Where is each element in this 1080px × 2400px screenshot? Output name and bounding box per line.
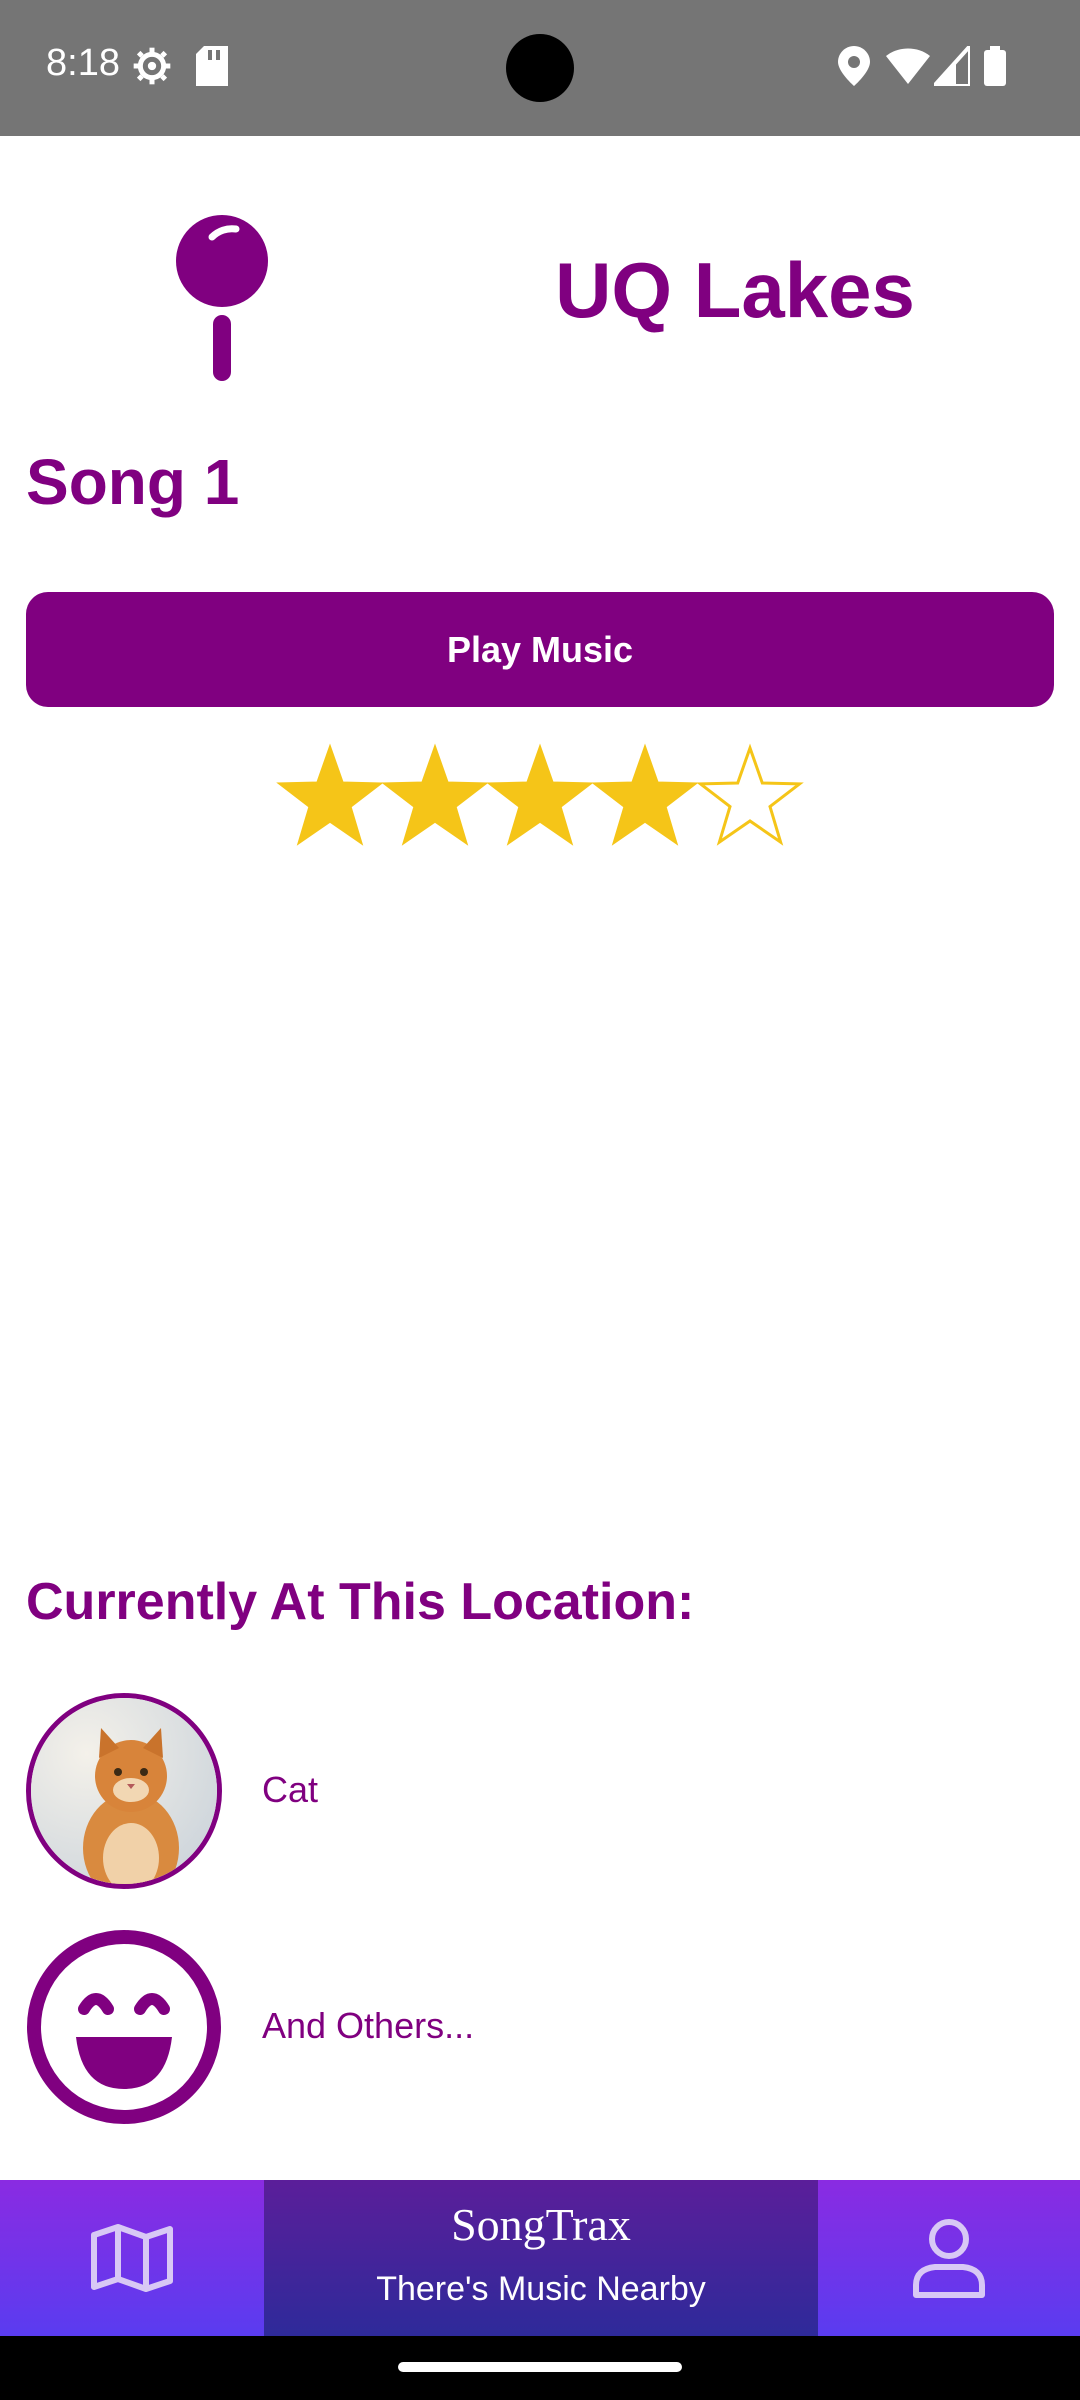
user-name: Cat [262,1769,319,1810]
user-name: And Others... [262,2005,475,2046]
status-time: 8:18 [46,42,120,84]
star-filled-icon[interactable] [381,743,489,846]
bottom-nav: SongTrax There's Music Nearby [0,2180,1080,2336]
signal-icon [934,46,970,86]
list-item[interactable]: Cat [26,1693,1054,1889]
settings-icon [133,47,171,85]
cat-photo [31,1698,217,1884]
play-music-button[interactable]: Play Music [26,592,1054,707]
star-filled-icon[interactable] [486,743,594,846]
brand-tagline: There's Music Nearby [376,2270,706,2308]
map-icon [91,2224,173,2292]
wifi-icon [886,48,930,84]
cat-avatar [26,1693,222,1889]
home-gesture-bar[interactable] [398,2362,682,2372]
section-heading: Currently At This Location: [26,1573,695,1631]
nav-brand[interactable]: SongTrax There's Music Nearby [264,2180,818,2336]
list-item[interactable]: And Others... [26,1929,1054,2125]
location-title: UQ Lakes [555,246,915,334]
status-bar: 8:18 [0,0,1080,136]
sd-card-icon [196,46,228,86]
profile-nav-button[interactable] [818,2180,1080,2336]
front-camera [506,34,574,102]
song-title: Song 1 [26,446,240,518]
map-nav-button[interactable] [0,2180,264,2336]
star-filled-icon[interactable] [591,743,699,846]
star-filled-icon[interactable] [276,743,384,846]
battery-icon [984,46,1006,86]
smiley-face-icon [27,1930,221,2124]
gesture-area [0,2336,1080,2400]
rating-stars[interactable] [272,742,812,852]
location-pin-icon [176,215,268,381]
star-empty-icon[interactable] [696,743,804,846]
location-icon [838,46,870,86]
profile-icon [913,2219,985,2298]
brand-title: SongTrax [451,2199,631,2250]
